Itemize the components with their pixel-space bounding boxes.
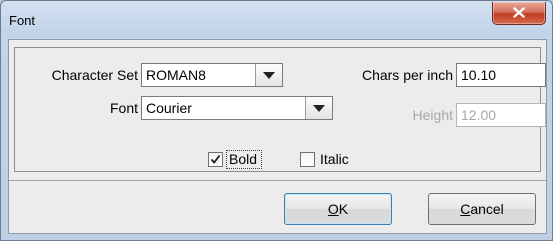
character-set-label: Character Set bbox=[51, 67, 138, 83]
ok-button[interactable]: OK bbox=[284, 193, 392, 225]
cancel-label-rest: ancel bbox=[470, 201, 504, 217]
close-icon bbox=[513, 7, 525, 18]
ok-mnemonic: O bbox=[327, 201, 339, 217]
font-settings-group: Character Set ROMAN8 Chars per inch 10.1… bbox=[14, 47, 546, 172]
ok-label-rest: K bbox=[338, 201, 349, 217]
font-dropdown-arrow[interactable] bbox=[305, 97, 332, 119]
chevron-down-icon bbox=[313, 105, 325, 112]
check-icon bbox=[210, 154, 221, 164]
height-input[interactable]: 12.00 bbox=[456, 103, 546, 127]
font-value: Courier bbox=[146, 100, 192, 116]
height-label: Height bbox=[412, 107, 453, 123]
height-value: 12.00 bbox=[461, 107, 497, 123]
character-set-value: ROMAN8 bbox=[146, 67, 206, 83]
character-set-dropdown[interactable]: ROMAN8 bbox=[141, 63, 283, 87]
character-set-dropdown-arrow[interactable] bbox=[255, 64, 282, 86]
font-label: Font bbox=[109, 100, 138, 116]
font-dropdown[interactable]: Courier bbox=[141, 96, 333, 120]
dialog-content: Character Set ROMAN8 Chars per inch 10.1… bbox=[8, 39, 547, 234]
font-dialog-window: Font Character Set ROMAN8 Chars per inch… bbox=[0, 0, 553, 241]
chevron-down-icon bbox=[263, 72, 275, 79]
button-bar-divider bbox=[9, 180, 546, 181]
cancel-button[interactable]: Cancel bbox=[428, 193, 536, 225]
window-title: Font bbox=[9, 13, 36, 28]
chars-per-inch-input[interactable]: 10.10 bbox=[456, 63, 546, 87]
cancel-mnemonic: C bbox=[460, 201, 471, 217]
italic-checkbox[interactable] bbox=[300, 152, 315, 167]
close-button[interactable] bbox=[492, 2, 546, 25]
title-bar[interactable]: Font bbox=[1, 1, 552, 39]
chars-per-inch-value: 10.10 bbox=[461, 67, 497, 83]
chars-per-inch-label: Chars per inch bbox=[361, 67, 453, 83]
italic-label[interactable]: Italic bbox=[320, 151, 349, 167]
bold-checkbox[interactable] bbox=[208, 152, 223, 167]
bold-label[interactable]: Bold bbox=[229, 151, 257, 167]
